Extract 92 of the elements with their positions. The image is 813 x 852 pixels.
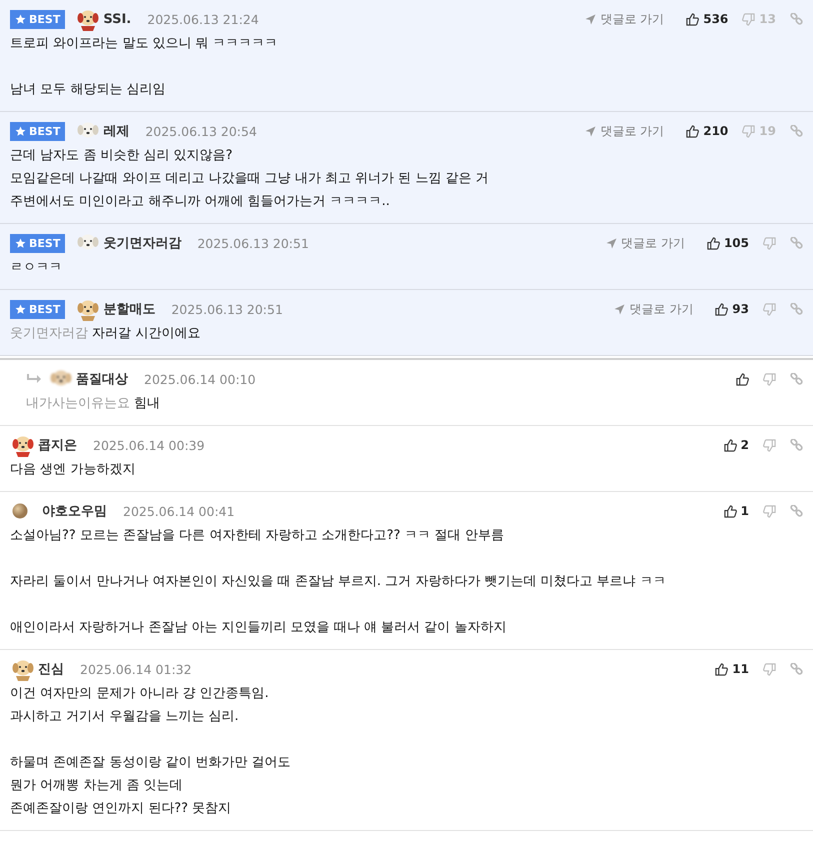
thumbs-down-icon — [742, 124, 756, 138]
like-button[interactable]: 210 — [686, 124, 728, 138]
comment-text: 이건 여자만의 문제가 아니라 걍 인간종특임. 과시하고 거기서 우월감을 느끼는 심리. — [10, 685, 270, 726]
comment-text: 다음 생엔 가능하겠지 — [10, 461, 136, 479]
comment-text: ㄹㅇㅋㅋ — [10, 259, 63, 277]
best-badge: BEST — [10, 300, 66, 318]
dislike-button[interactable] — [763, 302, 776, 316]
author-name[interactable]: SSI. — [103, 12, 132, 26]
like-button[interactable]: 2 — [724, 438, 749, 452]
like-button[interactable]: 105 — [706, 236, 749, 250]
send-arrow-icon — [614, 304, 626, 314]
best-badge: BEST — [10, 10, 66, 28]
comment-text: 애인이라서 자랑하거나 존잘남 아는 지인들끼리 모였을 때나 얘 불러서 같이 놀자하지 — [10, 619, 508, 637]
go-to-comment-link[interactable]: 댓글로 가기 — [614, 300, 694, 318]
send-arrow-icon — [585, 14, 596, 24]
thumbs-down-icon — [763, 438, 776, 452]
thumbs-down-icon — [763, 504, 776, 518]
dislike-button[interactable] — [763, 438, 776, 452]
comment-text: 하물며 존예존잘 동성이랑 같이 번화가만 걸어도 뭔가 어깨뽕 차는게 좀 잇는데 존예존잘이랑 연인까지 된다?? 못참지 — [10, 754, 292, 818]
link-icon — [790, 372, 803, 386]
thumbs-down-icon — [763, 302, 776, 316]
link-icon — [790, 662, 803, 676]
dislike-button[interactable] — [763, 662, 776, 676]
go-to-comment-link[interactable]: 댓글로 가기 — [585, 122, 664, 140]
thumbs-up-icon — [686, 12, 700, 26]
comment-date: 2025.06.14 00:41 — [123, 504, 235, 518]
go-to-comment-link[interactable]: 댓글로 가기 — [606, 234, 685, 252]
thumbs-up-icon — [706, 236, 720, 250]
like-button[interactable] — [736, 372, 749, 386]
link-icon — [790, 504, 803, 518]
comment-date: 2025.06.13 20:51 — [171, 302, 283, 316]
like-button[interactable]: 1 — [724, 504, 749, 518]
link-button[interactable] — [790, 504, 803, 518]
avatar-icon — [12, 503, 28, 519]
link-icon — [790, 438, 803, 452]
author-name[interactable]: 진심 — [38, 660, 64, 678]
star-icon — [15, 304, 26, 314]
link-icon — [790, 302, 803, 316]
star-icon — [15, 14, 26, 24]
comment-text: 소설아님?? 모르는 존잘남을 다른 여자한테 자랑하고 소개한다고?? ㅋㅋ 절대 안부름 — [10, 527, 505, 545]
link-icon — [790, 12, 803, 26]
thumbs-down-icon — [763, 236, 776, 250]
thumbs-down-icon — [763, 372, 776, 386]
thumbs-up-icon — [736, 372, 749, 386]
star-icon — [15, 238, 26, 248]
author-name[interactable]: 분할매도 — [103, 300, 156, 318]
thumbs-up-icon — [724, 438, 737, 452]
send-arrow-icon — [585, 126, 596, 136]
link-button[interactable] — [790, 12, 803, 26]
comment-text: 내가사는이유는요 힘내 — [26, 395, 162, 413]
comment-date: 2025.06.13 21:24 — [147, 12, 259, 26]
comment-date: 2025.06.14 01:32 — [80, 662, 192, 676]
thumbs-up-icon — [715, 302, 728, 316]
link-button[interactable] — [790, 372, 803, 386]
link-icon — [790, 124, 803, 138]
go-to-comment-link[interactable]: 댓글로 가기 — [585, 10, 664, 28]
dislike-button[interactable] — [763, 504, 776, 518]
comment-date: 2025.06.14 00:10 — [144, 372, 256, 386]
comment-date: 2025.06.13 20:54 — [145, 124, 257, 138]
author-name[interactable]: 야호오우밈 — [42, 502, 107, 520]
like-button[interactable]: 11 — [715, 662, 749, 676]
like-button[interactable]: 93 — [715, 302, 749, 316]
link-button[interactable] — [790, 302, 803, 316]
link-button[interactable] — [790, 124, 803, 138]
dislike-button[interactable] — [763, 236, 776, 250]
link-button[interactable] — [790, 236, 803, 250]
thumbs-up-icon — [724, 504, 737, 518]
comment-text: 트로피 와이프라는 말도 있으니 뭐 ㅋㅋㅋㅋㅋ — [10, 35, 279, 53]
author-name[interactable]: 웃기면자러감 — [103, 234, 182, 252]
comment-text: 근데 남자도 좀 비슷한 심리 있지않음? 모임같은데 나갈때 와이프 데리고 나갔을때 그냥 내가 최고 위너가 된 느낌 같은 거 주변에서도 미인이라고 해주니까 어깨에 힘들어가는거 ㅋㅋㅋㅋ.. — [10, 147, 490, 211]
star-icon — [15, 126, 26, 136]
comment-date: 2025.06.13 20:51 — [197, 236, 309, 250]
author-name[interactable]: 콥지은 — [38, 436, 77, 454]
thumbs-down-icon — [742, 12, 756, 26]
comment-text: 남녀 모두 해당되는 심리임 — [10, 81, 166, 99]
comment-text: 웃기면자러감 자러갈 시간이에요 — [10, 325, 202, 343]
author-name[interactable]: 품질대상 — [76, 370, 128, 388]
best-badge: BEST — [10, 122, 66, 140]
reply-arrow-icon — [26, 373, 42, 385]
send-arrow-icon — [606, 238, 618, 248]
thumbs-up-icon — [686, 124, 700, 138]
like-button[interactable]: 536 — [686, 12, 728, 26]
comment-date: 2025.06.14 00:39 — [93, 438, 205, 452]
thumbs-down-icon — [763, 662, 776, 676]
link-icon — [790, 236, 803, 250]
best-badge: BEST — [10, 234, 66, 252]
link-button[interactable] — [790, 438, 803, 452]
dislike-button[interactable] — [763, 372, 776, 386]
thumbs-up-icon — [715, 662, 728, 676]
link-button[interactable] — [790, 662, 803, 676]
comment-text: 자라리 둘이서 만나거나 여자본인이 자신있을 때 존잘남 부르지. 그거 자랑하다가 뺏기는데 미쳤다고 부르냐 ㅋㅋ — [10, 573, 667, 591]
author-name[interactable]: 레제 — [103, 122, 130, 140]
